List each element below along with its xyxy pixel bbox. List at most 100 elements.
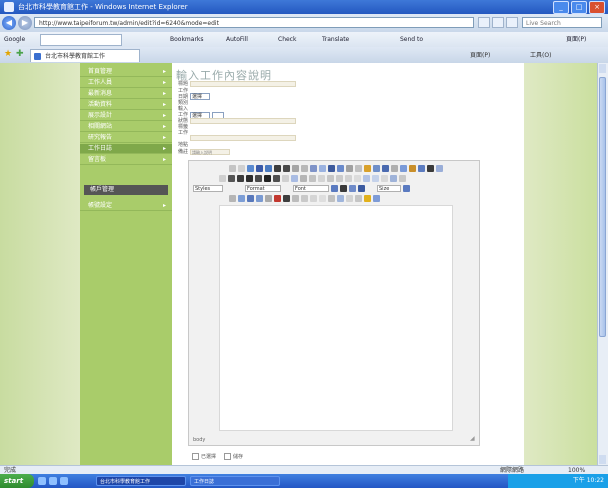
maximize-button[interactable]: □ (571, 1, 587, 14)
bulleted-list-icon[interactable] (291, 174, 298, 182)
tools-menu[interactable]: 工具(O) (530, 50, 551, 59)
sidebar-item[interactable]: 相關網站 ▸ (80, 122, 172, 132)
taskbar-app-browser[interactable]: 台北市科學教育館工作 (96, 476, 186, 486)
more-icon[interactable] (373, 194, 380, 202)
about-icon[interactable] (403, 184, 410, 192)
styles-select[interactable]: Styles (193, 184, 223, 192)
button-icon[interactable] (219, 174, 226, 182)
flash-icon[interactable] (399, 174, 406, 182)
taskbar-app-2[interactable]: 工作日誌 (190, 476, 280, 486)
address-input[interactable]: http://www.taipeiforum.tw/admin/edit?id=… (34, 17, 474, 28)
back-button[interactable]: ◀ (2, 16, 16, 30)
stop-icon[interactable] (492, 17, 504, 28)
notes-field[interactable]: 請輸入說明 (190, 149, 230, 155)
editor-content-area[interactable] (219, 205, 453, 431)
link-icon[interactable] (363, 174, 370, 182)
status-field[interactable] (190, 118, 296, 124)
spellcheck-icon[interactable] (328, 164, 335, 172)
strike-icon[interactable] (255, 174, 262, 182)
remove-format-icon[interactable] (382, 164, 389, 172)
paste-icon[interactable] (292, 164, 299, 172)
copy-icon[interactable] (283, 164, 290, 172)
form-icon[interactable] (391, 164, 398, 172)
textarea-icon[interactable] (427, 164, 434, 172)
unlink-icon[interactable] (372, 174, 379, 182)
align-center-icon[interactable] (336, 174, 343, 182)
justify-icon[interactable] (354, 174, 361, 182)
redo-icon[interactable] (346, 164, 353, 172)
scroll-up-icon[interactable] (599, 64, 606, 73)
sidebar-item[interactable]: 研究報告 ▸ (80, 133, 172, 143)
refresh-icon[interactable] (478, 17, 490, 28)
select-icon[interactable] (436, 164, 443, 172)
align-right-icon[interactable] (345, 174, 352, 182)
cut-icon[interactable] (274, 164, 281, 172)
tab-current[interactable]: 台北市科學教育館工作 (30, 49, 140, 62)
page-scrollbar[interactable] (597, 63, 608, 465)
blocks2-icon[interactable] (355, 194, 362, 202)
sidebar-item[interactable]: 帳號設定 ▸ (80, 201, 172, 211)
help-icon[interactable] (364, 194, 371, 202)
hr-icon[interactable] (238, 194, 245, 202)
favorites-star-icon[interactable]: ★ (4, 50, 13, 59)
special-char-icon[interactable] (256, 194, 263, 202)
sidebar-item-active[interactable]: 工作日誌 ▸ (80, 144, 172, 154)
desktop-icon[interactable] (38, 477, 46, 485)
sidebar-item[interactable]: 留言板 ▸ (80, 155, 172, 165)
google-search-input[interactable] (40, 34, 122, 46)
paste-text-icon[interactable] (301, 164, 308, 172)
sidebar-item[interactable]: 展示設計 ▸ (80, 111, 172, 121)
sidebar-item[interactable]: 首頁管理 ▸ (80, 67, 172, 77)
send-to-button[interactable]: Send to (400, 34, 423, 45)
indent-icon[interactable] (309, 174, 316, 182)
search2-icon[interactable] (346, 194, 353, 202)
sidebar-item[interactable]: 活動資料 ▸ (80, 100, 172, 110)
maximize-icon[interactable] (349, 184, 356, 192)
div-icon[interactable] (292, 194, 299, 202)
start-button[interactable]: start (0, 474, 34, 488)
location-field[interactable] (190, 135, 296, 141)
image-icon[interactable] (390, 174, 397, 182)
format-select[interactable]: Format (245, 184, 281, 192)
new-page-icon[interactable] (247, 164, 254, 172)
find-icon[interactable] (355, 164, 362, 172)
italic-icon[interactable] (237, 174, 244, 182)
check-button[interactable]: Check (278, 34, 296, 45)
bold-icon[interactable] (228, 174, 235, 182)
replace-icon[interactable] (364, 164, 371, 172)
subscript-icon[interactable] (264, 174, 271, 182)
anchor-icon[interactable] (381, 174, 388, 182)
copy-format-icon[interactable] (328, 194, 335, 202)
outdent-icon[interactable] (300, 174, 307, 182)
pagebreak-icon[interactable] (265, 194, 272, 202)
preview2-icon[interactable] (337, 194, 344, 202)
preview-icon[interactable] (256, 164, 263, 172)
ie-quicklaunch-icon[interactable] (49, 477, 57, 485)
template-icon[interactable] (265, 164, 272, 172)
page-menu[interactable]: 頁面(P) (470, 50, 490, 59)
settings-button[interactable]: 頁面(P) (566, 34, 586, 45)
paragraph-icon[interactable] (283, 194, 290, 202)
search-input[interactable]: Live Search (522, 17, 602, 28)
checkbox-icon[interactable] (400, 164, 407, 172)
close-button[interactable]: × (589, 1, 605, 14)
bookmarks-button[interactable]: Bookmarks (170, 34, 204, 45)
superscript-icon[interactable] (273, 174, 280, 182)
undo-icon[interactable] (337, 164, 344, 172)
table-icon[interactable] (229, 194, 236, 202)
add-favorites-icon[interactable]: ✚ (16, 50, 25, 59)
language-icon[interactable] (319, 194, 326, 202)
selected-checkbox[interactable]: 已選擇 (192, 453, 216, 460)
rtl-icon[interactable] (310, 194, 317, 202)
radio-icon[interactable] (409, 164, 416, 172)
blockquote-icon[interactable] (318, 174, 325, 182)
media-icon[interactable] (60, 477, 68, 485)
scroll-down-icon[interactable] (599, 455, 606, 464)
forward-button[interactable]: ▶ (18, 16, 32, 30)
date-select[interactable]: 選擇 (190, 93, 210, 100)
show-blocks-icon[interactable] (358, 184, 365, 192)
go-icon[interactable] (506, 17, 518, 28)
resize-handle-icon[interactable]: ◢ (470, 436, 476, 442)
paste-word-icon[interactable] (310, 164, 317, 172)
align-left-icon[interactable] (327, 174, 334, 182)
